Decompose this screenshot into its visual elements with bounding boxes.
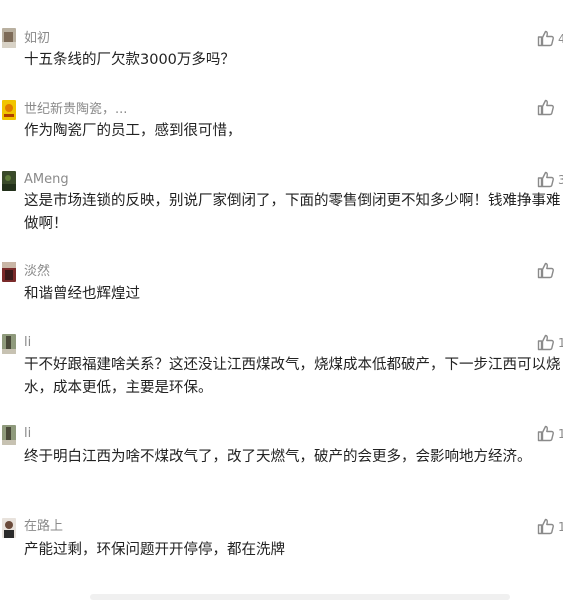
avatar[interactable] [2, 28, 16, 48]
thumbs-up-icon [537, 518, 554, 535]
like-count: 3 [558, 173, 563, 187]
thumbs-up-icon [537, 334, 554, 351]
avatar[interactable] [2, 171, 16, 191]
thumbs-up-icon [537, 30, 554, 47]
thumbs-up-icon [537, 262, 554, 279]
avatar[interactable] [2, 518, 16, 538]
comment-text: 这是市场连锁的反映，别说厂家倒闭了，下面的零售倒闭更不知多少啊！钱难挣事难做啊！ [24, 193, 561, 232]
comment-author[interactable]: AMeng [24, 172, 69, 188]
comment-author[interactable]: 如初 [24, 31, 50, 47]
like-count: 4 [558, 32, 563, 46]
comment-author[interactable]: li [24, 426, 31, 442]
like-button[interactable] [537, 333, 559, 351]
comment-author[interactable]: 淡然 [24, 264, 50, 280]
like-button[interactable] [537, 170, 559, 188]
avatar[interactable] [2, 334, 16, 354]
comment-author[interactable]: li [24, 335, 31, 351]
thumbs-up-icon [537, 99, 554, 116]
like-count: 1 [558, 427, 563, 441]
comment-author[interactable]: 世纪新贵陶瓷，... [24, 102, 127, 118]
comment-text: 作为陶瓷厂的员工，感到很可惜， [24, 123, 242, 139]
comment-text: 和谐曾经也辉煌过 [24, 286, 140, 302]
like-button[interactable] [537, 29, 559, 47]
thumbs-up-icon [537, 425, 554, 442]
like-button[interactable] [537, 517, 559, 535]
comment-text: 干不好跟福建啥关系？这还没让江西煤改气，烧煤成本低都破产，下一步江西可以烧水，成… [24, 357, 561, 396]
avatar[interactable] [2, 100, 16, 120]
comment-text: 十五条线的厂欠款3000万多吗？ [24, 52, 235, 68]
comment-text: 产能过剩，环保问题开开停停，都在洗牌 [24, 542, 285, 558]
like-count: 1 [558, 520, 563, 534]
thumbs-up-icon [537, 171, 554, 188]
bottom-scroll-indicator [90, 594, 510, 600]
comment-text: 终于明白江西为啥不煤改气了，改了天燃气，破产的会更多，会影响地方经济。 [24, 449, 532, 465]
avatar[interactable] [2, 425, 16, 445]
like-button[interactable] [537, 424, 559, 442]
like-button[interactable] [537, 98, 559, 116]
like-button[interactable] [537, 261, 559, 279]
avatar[interactable] [2, 262, 16, 282]
like-count: 1 [558, 336, 563, 350]
comment-author[interactable]: 在路上 [24, 519, 63, 535]
